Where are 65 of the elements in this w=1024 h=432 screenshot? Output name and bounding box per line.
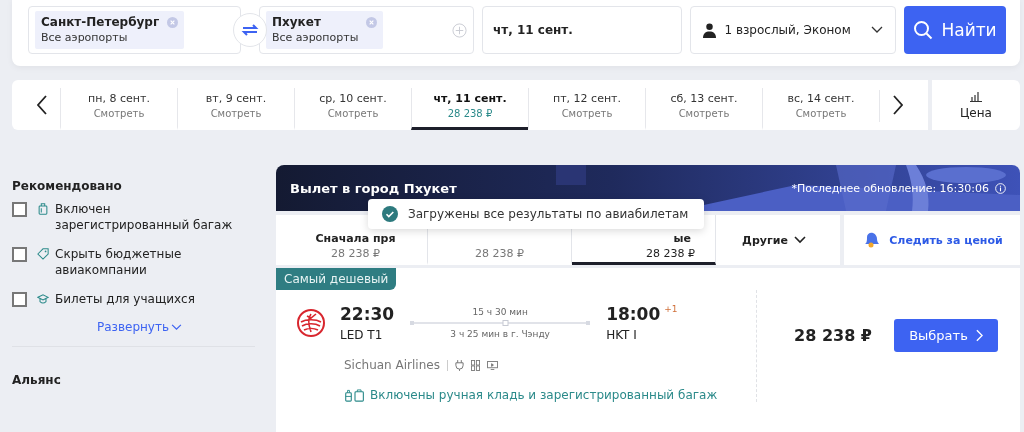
info-icon[interactable] bbox=[995, 182, 1006, 194]
airports-label: Все аэропорты bbox=[41, 30, 129, 45]
filter-label: Скрыть бюджетные авиакомпании bbox=[55, 246, 183, 278]
date-field[interactable]: чт, 11 сент. bbox=[482, 6, 683, 54]
chevron-left-icon bbox=[37, 95, 47, 115]
expand-link[interactable]: Развернуть bbox=[96, 320, 183, 334]
price-alert-button[interactable]: Следить за ценой bbox=[844, 215, 1020, 265]
filter-label: Включен зарегистрированный багаж bbox=[55, 201, 234, 233]
search-button[interactable]: Найти bbox=[904, 6, 1006, 54]
bar-chart-icon bbox=[970, 90, 982, 102]
chevron-right-icon bbox=[975, 328, 983, 342]
city-chip[interactable]: Санкт-Петербург Все аэропорты bbox=[35, 11, 185, 49]
flight-price: 28 238 ₽ bbox=[794, 325, 872, 345]
date-tab[interactable]: пт, 12 сент. Смотреть bbox=[528, 88, 645, 130]
airline-name: Sichuan Airlines bbox=[344, 358, 440, 372]
date-tab[interactable]: ср, 10 сент. Смотреть bbox=[294, 88, 411, 130]
checkbox[interactable] bbox=[12, 202, 27, 217]
city-name: Пхукет bbox=[272, 15, 322, 30]
departure-time: 22:30 bbox=[340, 304, 395, 324]
chevron-down-icon bbox=[793, 236, 806, 244]
checkbox[interactable] bbox=[12, 292, 27, 307]
passengers-dropdown[interactable]: 1 взрослый, Эконом bbox=[690, 6, 897, 54]
price-chart-button[interactable]: Цена bbox=[932, 80, 1020, 130]
arrival-time: 18:00 bbox=[606, 304, 661, 324]
date-tab[interactable]: сб, 13 сент. Смотреть bbox=[645, 88, 762, 130]
select-button[interactable]: Выбрать bbox=[894, 318, 998, 352]
baggage-note: Включены ручная кладь и зарегистрированный багаж bbox=[370, 388, 718, 402]
swap-icon bbox=[240, 22, 260, 38]
next-day-label: +1 bbox=[664, 304, 678, 314]
departure-airport: LED T1 bbox=[340, 328, 384, 342]
city-chip[interactable]: Пхукет Все аэропорты bbox=[266, 11, 384, 49]
section-title: Альянс bbox=[12, 373, 62, 387]
other-sort-dropdown[interactable]: Другие bbox=[716, 215, 832, 265]
filter-label: Билеты для учащихся bbox=[55, 291, 196, 307]
stopover-label: 3 ч 25 мин в г. Чэнду bbox=[450, 329, 550, 339]
cheapest-badge: Самый дешевый bbox=[276, 268, 397, 290]
checkbox[interactable] bbox=[12, 247, 27, 262]
luggage-icon bbox=[344, 388, 366, 402]
flight-duration: 15 ч 30 мин bbox=[472, 307, 528, 317]
swap-button[interactable] bbox=[233, 13, 267, 47]
person-icon bbox=[703, 22, 717, 38]
date-tab[interactable]: чт, 11 сент. 28 238 ₽ bbox=[411, 88, 528, 130]
arrival-airport: HKT I bbox=[606, 328, 638, 342]
search-icon bbox=[913, 20, 934, 40]
screen-icon bbox=[486, 360, 498, 370]
power-plug-icon bbox=[454, 359, 464, 371]
chevron-down-icon bbox=[871, 26, 884, 34]
airports-label: Все аэропорты bbox=[272, 30, 359, 45]
section-title: Рекомендовано bbox=[12, 179, 123, 193]
chevron-down-icon bbox=[171, 323, 183, 331]
airline-logo bbox=[296, 308, 326, 338]
destination-field[interactable]: Пхукет Все аэропорты bbox=[259, 6, 474, 54]
tag-icon bbox=[37, 248, 49, 260]
last-update-label: *Последнее обновление: 16:30:06 bbox=[791, 181, 989, 195]
check-circle-icon bbox=[382, 206, 398, 222]
results-title: Вылет в город Пхукет bbox=[290, 180, 458, 196]
date-tab[interactable]: пн, 8 сент. Смотреть bbox=[60, 88, 177, 130]
passengers-value: 1 взрослый, Эконом bbox=[724, 23, 852, 37]
meal-icon bbox=[470, 359, 480, 371]
graduation-cap-icon bbox=[37, 293, 49, 305]
origin-field[interactable]: Санкт-Петербург Все аэропорты bbox=[28, 6, 241, 54]
chevron-right-icon bbox=[893, 95, 903, 115]
suitcase-icon bbox=[37, 203, 49, 215]
city-name: Санкт-Петербург bbox=[41, 15, 160, 30]
date-tab[interactable]: вт, 9 сент. Смотреть bbox=[177, 88, 294, 130]
